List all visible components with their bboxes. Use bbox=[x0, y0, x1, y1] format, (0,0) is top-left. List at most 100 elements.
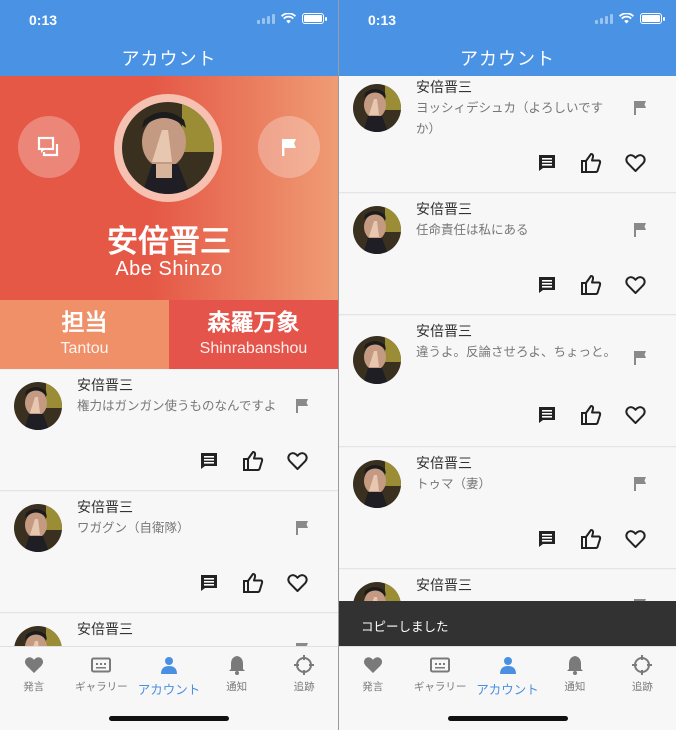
wifi-icon bbox=[619, 13, 634, 24]
home-indicator bbox=[447, 716, 568, 721]
post-actions bbox=[536, 404, 646, 426]
tab-heart[interactable]: 発言 bbox=[339, 647, 406, 730]
post-item[interactable]: 安倍晋三 権力はガンガン使うものなんですよ bbox=[0, 370, 338, 491]
bell-icon bbox=[203, 655, 271, 675]
post-avatar[interactable] bbox=[353, 206, 401, 254]
stat-title: 担当 bbox=[61, 310, 108, 336]
post-avatar[interactable] bbox=[353, 84, 401, 132]
bell-icon bbox=[541, 655, 608, 675]
thumbs-up-icon[interactable] bbox=[580, 152, 602, 174]
post-text[interactable]: トゥマ（妻） bbox=[416, 473, 616, 494]
post-avatar[interactable] bbox=[14, 382, 62, 430]
post-actions bbox=[536, 274, 646, 296]
comment-icon[interactable] bbox=[536, 528, 558, 550]
post-item[interactable]: 安倍晋三 ワガグン（自衛隊） bbox=[0, 492, 338, 613]
comment-icon[interactable] bbox=[198, 572, 220, 594]
flag-icon[interactable] bbox=[632, 350, 648, 366]
post-text[interactable]: 違うよ。反論させろよ、ちょっと。 bbox=[416, 341, 616, 362]
tab-crosshair[interactable]: 追跡 bbox=[609, 647, 676, 730]
post-text[interactable]: ヨッシィデシュカ（よろしいですか） bbox=[416, 97, 616, 139]
home-indicator bbox=[109, 716, 229, 721]
heart-icon[interactable] bbox=[624, 528, 646, 550]
status-time: 0:13 bbox=[368, 12, 397, 28]
profile-romaji: Abe Shinzo bbox=[115, 258, 223, 280]
post-text[interactable]: 権力はガンガン使うものなんですよ bbox=[77, 395, 277, 416]
post-item[interactable]: 安倍晋三 違うよ。反論させろよ、ちょっと。 bbox=[339, 316, 676, 447]
app-bar: 0:13 アカウント bbox=[0, 0, 338, 76]
heart-icon[interactable] bbox=[624, 404, 646, 426]
thumbs-up-icon[interactable] bbox=[580, 274, 602, 296]
status-icons bbox=[595, 13, 665, 24]
post-item[interactable]: 安倍晋三 トゥマ（妻） bbox=[339, 448, 676, 569]
thumbs-up-icon[interactable] bbox=[242, 450, 264, 472]
comment-icon[interactable] bbox=[198, 450, 220, 472]
post-avatar[interactable] bbox=[14, 504, 62, 552]
tab-label: 追跡 bbox=[631, 681, 653, 693]
flag-icon[interactable] bbox=[294, 520, 310, 536]
post-author: 安倍晋三 bbox=[416, 456, 472, 472]
flag-icon[interactable] bbox=[632, 222, 648, 238]
account-screen-right: 0:13 アカウント 安倍晋三 ヨッシィデシュカ（よろしいですか） 安倍晋三 任命責任… bbox=[339, 0, 676, 730]
gallery-icon bbox=[406, 655, 473, 675]
post-author: 安倍晋三 bbox=[77, 378, 133, 394]
report-button[interactable] bbox=[258, 116, 320, 178]
stat-subtitle: Shinrabanshou bbox=[199, 340, 308, 357]
tab-label: ギャラリー bbox=[413, 681, 467, 693]
message-button[interactable] bbox=[18, 116, 80, 178]
stat-subtitle: Tantou bbox=[60, 340, 109, 357]
heart-icon[interactable] bbox=[624, 152, 646, 174]
snackbar: コピーしました bbox=[339, 601, 676, 646]
profile-header: 安倍晋三 Abe Shinzo bbox=[0, 76, 338, 300]
tab-label: アカウント bbox=[476, 682, 539, 697]
profile-avatar[interactable] bbox=[114, 94, 222, 202]
battery-icon bbox=[302, 13, 327, 24]
status-time: 0:13 bbox=[29, 12, 58, 28]
post-actions bbox=[198, 572, 308, 594]
comment-icon[interactable] bbox=[536, 274, 558, 296]
tab-label: 通知 bbox=[226, 681, 248, 693]
tab-label: 発言 bbox=[23, 681, 45, 693]
flag-icon bbox=[282, 139, 296, 156]
heart-icon bbox=[0, 655, 68, 675]
thumbs-up-icon[interactable] bbox=[580, 528, 602, 550]
post-author: 安倍晋三 bbox=[416, 202, 472, 218]
heart-icon[interactable] bbox=[286, 450, 308, 472]
comment-icon[interactable] bbox=[536, 152, 558, 174]
post-text[interactable]: 任命責任は私にある bbox=[416, 219, 616, 240]
post-item[interactable]: 安倍晋三 ヨッシィデシュカ（よろしいですか） bbox=[339, 72, 676, 193]
wifi-icon bbox=[281, 13, 296, 24]
app-bar: 0:13 アカウント bbox=[339, 0, 676, 76]
gallery-icon bbox=[68, 655, 136, 675]
comment-icon[interactable] bbox=[536, 404, 558, 426]
battery-icon bbox=[640, 13, 665, 24]
chat-icon bbox=[37, 136, 59, 157]
flag-icon[interactable] bbox=[632, 100, 648, 116]
flag-icon[interactable] bbox=[632, 476, 648, 492]
tab-label: 発言 bbox=[362, 681, 384, 693]
stat-shinrabanshou[interactable]: 森羅万象 Shinrabanshou bbox=[169, 300, 338, 369]
thumbs-up-icon[interactable] bbox=[580, 404, 602, 426]
signal-icon bbox=[257, 13, 275, 24]
post-item[interactable]: 安倍晋三 任命責任は私にある bbox=[339, 194, 676, 315]
post-actions bbox=[536, 152, 646, 174]
heart-icon bbox=[339, 655, 406, 675]
signal-icon bbox=[595, 13, 613, 24]
profile-stats: 担当 Tantou 森羅万象 Shinrabanshou bbox=[0, 300, 338, 369]
account-screen-left: 0:13 アカウント 安倍晋三 Abe Shinzo 担当 Tantou 森羅万… bbox=[0, 0, 338, 730]
tab-label: 通知 bbox=[564, 681, 586, 693]
post-avatar[interactable] bbox=[353, 460, 401, 508]
post-text[interactable]: ワガグン（自衛隊） bbox=[77, 517, 277, 538]
thumbs-up-icon[interactable] bbox=[242, 572, 264, 594]
post-author: 安倍晋三 bbox=[77, 622, 133, 638]
post-avatar[interactable] bbox=[353, 336, 401, 384]
post-author: 安倍晋三 bbox=[77, 500, 133, 516]
heart-icon[interactable] bbox=[624, 274, 646, 296]
stat-tantou[interactable]: 担当 Tantou bbox=[0, 300, 169, 369]
heart-icon[interactable] bbox=[286, 572, 308, 594]
stat-title: 森羅万象 bbox=[207, 310, 300, 336]
person-icon bbox=[135, 655, 203, 675]
page-title: アカウント bbox=[460, 49, 555, 70]
tab-heart[interactable]: 発言 bbox=[0, 647, 68, 730]
flag-icon[interactable] bbox=[294, 398, 310, 414]
tab-crosshair[interactable]: 追跡 bbox=[270, 647, 338, 730]
